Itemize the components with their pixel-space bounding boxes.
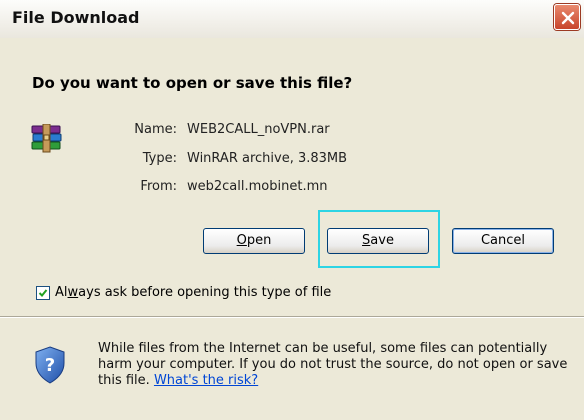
cancel-label: Cancel: [480, 233, 526, 248]
cancel-button[interactable]: Cancel: [452, 228, 554, 254]
svg-text:?: ?: [45, 355, 55, 376]
type-label: Type:: [142, 151, 177, 166]
dialog-question: Do you want to open or save this file?: [32, 74, 353, 92]
section-divider: [0, 316, 584, 318]
open-button[interactable]: Open: [203, 228, 305, 254]
save-label-rest: ave: [370, 233, 394, 248]
close-button[interactable]: [554, 4, 580, 30]
always-ask-label[interactable]: Always ask before opening this type of f…: [55, 285, 331, 300]
open-mnemonic: O: [236, 233, 247, 248]
always-ask-checkbox[interactable]: [36, 286, 50, 300]
security-shield-icon: ?: [35, 346, 65, 384]
whats-the-risk-link[interactable]: What's the risk?: [154, 373, 258, 388]
always-ask-mnemonic: w: [67, 285, 79, 300]
name-label: Name:: [134, 122, 177, 137]
from-label: From:: [140, 179, 177, 194]
always-ask-pre: Al: [55, 285, 68, 300]
file-type-value: WinRAR archive, 3.83MB: [187, 151, 348, 166]
save-button[interactable]: Save: [327, 228, 429, 254]
file-download-dialog: File Download Do you want to open or sav…: [0, 0, 584, 420]
window-title: File Download: [12, 8, 140, 27]
file-source-value: web2call.mobinet.mn: [187, 179, 328, 194]
open-label-rest: pen: [246, 233, 272, 248]
security-warning: While files from the Internet can be use…: [98, 341, 568, 389]
title-bar[interactable]: File Download: [0, 0, 584, 38]
always-ask-post: ays ask before opening this type of file: [78, 285, 332, 300]
checkmark-icon: [38, 289, 48, 297]
close-icon: [561, 11, 575, 25]
file-name-value: WEB2CALL_noVPN.rar: [187, 122, 330, 137]
